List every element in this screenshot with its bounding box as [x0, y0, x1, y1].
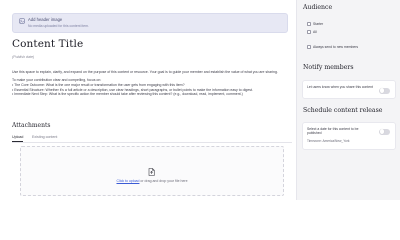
- checkbox-label: Always send to new members: [313, 45, 359, 50]
- header-image-label: Add header image: [28, 17, 63, 22]
- file-dropzone[interactable]: Click to upload or drag and drop your fi…: [20, 146, 284, 196]
- body-intro: Use this space to explain, clarify, and …: [12, 70, 278, 74]
- audience-heading: Audience: [303, 4, 333, 11]
- notify-text: Let users know when you share this conte…: [307, 84, 373, 89]
- content-body[interactable]: Use this space to explain, clarify, and …: [12, 70, 288, 97]
- schedule-toggle[interactable]: [379, 128, 390, 135]
- timezone-text: Timezone: America/New_York: [307, 139, 350, 143]
- checkbox[interactable]: [307, 30, 312, 35]
- attachments-heading: Attachments: [12, 122, 51, 129]
- settings-sidebar: Audience Starter All Always send to new …: [296, 0, 400, 200]
- notify-card: Let users know when you share this conte…: [302, 80, 396, 99]
- schedule-text: Select a date for this content to be pub…: [307, 126, 359, 135]
- attachment-tabs: Upload Existing content: [12, 135, 292, 143]
- schedule-heading: Schedule content release: [303, 107, 383, 114]
- header-image-subtext: No media uploaded for this content item.: [28, 23, 89, 28]
- checkbox-label: Starter: [313, 22, 324, 27]
- toggle-knob: [379, 129, 385, 134]
- dropzone-text: Click to upload or drag and drop your fi…: [21, 179, 283, 183]
- tab-upload[interactable]: Upload: [12, 135, 24, 142]
- checkbox[interactable]: [307, 22, 312, 27]
- image-icon: [19, 18, 25, 24]
- click-to-upload-link[interactable]: Click to upload: [116, 179, 139, 183]
- dropzone-instruction: or drag and drop your file here: [139, 179, 188, 183]
- file-upload-icon: [148, 168, 155, 176]
- publish-date[interactable]: (Publish date): [12, 55, 34, 59]
- notify-heading: Notify members: [303, 64, 354, 71]
- add-header-image-button[interactable]: Add header image No media uploaded for t…: [12, 13, 288, 33]
- tab-existing-content[interactable]: Existing content: [32, 135, 57, 141]
- body-bullet: • Immediate Next Step: What is the speci…: [12, 92, 243, 97]
- main-editor: Add header image No media uploaded for t…: [0, 0, 296, 200]
- toggle-knob: [379, 88, 385, 93]
- checkbox-label: All: [313, 30, 317, 35]
- content-title[interactable]: Content Title: [12, 38, 83, 50]
- notify-toggle[interactable]: [379, 87, 390, 94]
- checkbox[interactable]: [307, 45, 312, 50]
- schedule-card: Select a date for this content to be pub…: [302, 122, 396, 150]
